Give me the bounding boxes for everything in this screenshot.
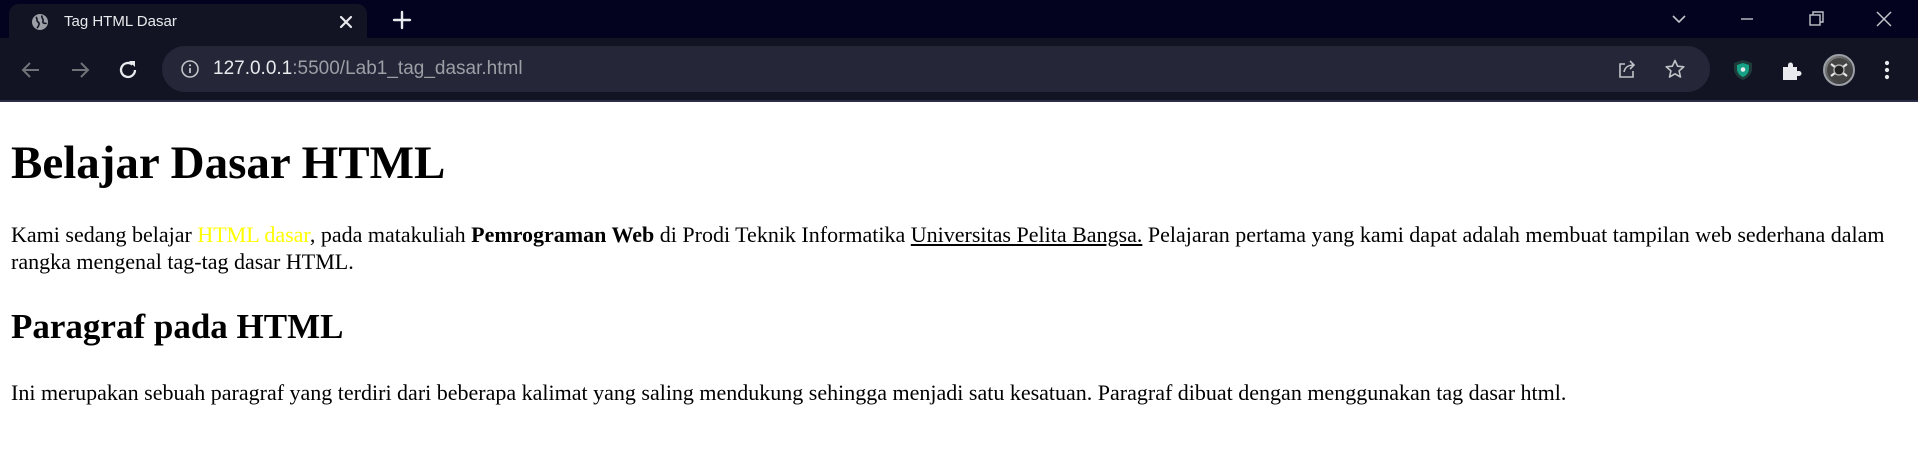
arrow-right-icon[interactable]	[68, 58, 92, 82]
more-vert-icon[interactable]	[1877, 58, 1897, 82]
minimize-icon[interactable]	[1736, 8, 1758, 30]
browser-titlebar: Tag HTML Dasar	[0, 0, 1918, 38]
tab-title: Tag HTML Dasar	[64, 13, 177, 30]
plus-icon[interactable]	[392, 10, 412, 30]
intro-paragraph: Kami sedang belajar HTML dasar, pada mat…	[11, 221, 1907, 275]
underlined-text: Universitas Pelita Bangsa.	[910, 222, 1143, 247]
arrow-left-icon[interactable]	[19, 58, 43, 82]
puzzle-icon[interactable]	[1780, 60, 1802, 82]
browser-toolbar: 127.0.0.1:5500/Lab1_tag_dasar.html	[0, 38, 1918, 102]
restore-icon[interactable]	[1805, 8, 1827, 30]
page-content: Belajar Dasar HTML Kami sedang belajar H…	[0, 104, 1918, 466]
address-bar[interactable]: 127.0.0.1:5500/Lab1_tag_dasar.html	[162, 46, 1710, 92]
close-icon[interactable]	[337, 13, 355, 31]
globe-icon	[31, 13, 49, 31]
url-host: 127.0.0.1	[213, 58, 293, 79]
bold-text: Pemrograman Web	[471, 222, 655, 247]
avatar[interactable]	[1823, 54, 1855, 86]
star-icon[interactable]	[1664, 58, 1686, 80]
shield-icon[interactable]	[1732, 59, 1754, 81]
chevron-down-icon[interactable]	[1668, 8, 1690, 30]
highlighted-text: HTML dasar	[197, 222, 310, 247]
info-icon[interactable]	[180, 59, 200, 79]
paragraph-text: di Prodi Teknik Informatika	[654, 222, 911, 247]
section-paragraph: Ini merupakan sebuah paragraf yang terdi…	[11, 380, 1567, 405]
section-heading: Paragraf pada HTML	[11, 307, 344, 346]
paragraph-text: Kami sedang belajar	[11, 222, 198, 247]
page-title: Belajar Dasar HTML	[11, 137, 446, 189]
share-icon[interactable]	[1616, 58, 1638, 80]
url-path: :5500/Lab1_tag_dasar.html	[292, 58, 523, 79]
url-text[interactable]: 127.0.0.1:5500/Lab1_tag_dasar.html	[213, 58, 523, 80]
browser-tab-active[interactable]: Tag HTML Dasar	[9, 4, 367, 38]
close-icon[interactable]	[1873, 8, 1895, 30]
paragraph-text: , pada matakuliah	[309, 222, 472, 247]
reload-icon[interactable]	[116, 58, 140, 82]
